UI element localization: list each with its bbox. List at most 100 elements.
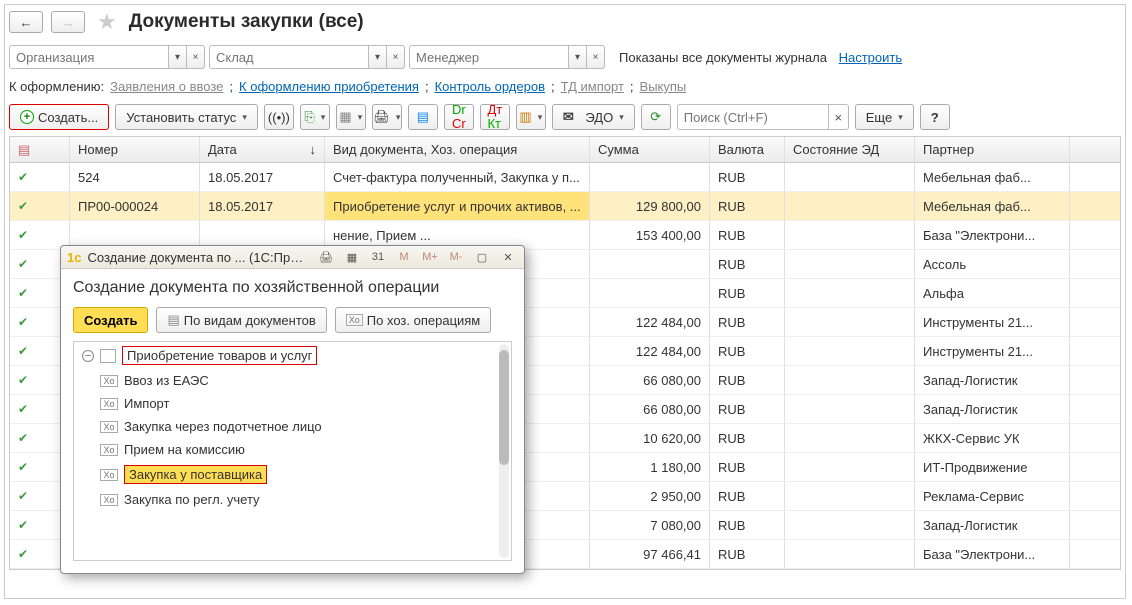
tree-scrollbar-thumb[interactable]: [499, 350, 509, 465]
cell-partner: База "Электрони...: [915, 221, 1070, 249]
drcr-button-2[interactable]: ДтКт: [480, 104, 510, 130]
dtkt-icon: ДтКт: [487, 103, 502, 131]
stack-icon: ▥: [519, 109, 531, 125]
print-button[interactable]: 🖨▾: [372, 104, 402, 130]
dialog-mminus-icon[interactable]: M-: [446, 248, 466, 266]
copy-link-button[interactable]: ⎘▾: [300, 104, 330, 130]
col-date[interactable]: Дата↓: [200, 137, 325, 162]
formline-label: К оформлению:: [9, 79, 104, 94]
table-row[interactable]: ✔ПР00-00002418.05.2017Приобретение услуг…: [10, 192, 1120, 221]
tree-item[interactable]: XoВвоз из ЕАЭС: [74, 369, 511, 392]
favorite-star-icon[interactable]: ★: [97, 9, 117, 35]
cell-ed: [785, 337, 915, 365]
nav-back-button[interactable]: ←: [9, 11, 43, 33]
search-input[interactable]: [678, 105, 828, 129]
set-status-button[interactable]: Установить статус ▾: [115, 104, 258, 130]
col-number[interactable]: Номер: [70, 137, 200, 162]
configure-filter-link[interactable]: Настроить: [839, 50, 903, 65]
dialog-mplus-icon[interactable]: M+: [420, 248, 440, 266]
org-filter-dropdown-icon[interactable]: ▾: [169, 45, 187, 69]
doc-button[interactable]: ▤: [408, 104, 438, 130]
org-filter-input[interactable]: [9, 45, 169, 69]
tree-parent-node[interactable]: – Приобретение товаров и услуг: [74, 342, 511, 369]
tree-item[interactable]: XoЗакупка у поставщика: [74, 461, 511, 488]
tree-item-label: Прием на комиссию: [124, 442, 245, 457]
report-icon: ▦: [339, 109, 351, 125]
formline-link-2[interactable]: К оформлению приобретения: [239, 79, 419, 94]
cell-number: ПР00-000024: [70, 192, 200, 220]
manager-filter-dropdown-icon[interactable]: ▾: [569, 45, 587, 69]
manager-filter-input[interactable]: [409, 45, 569, 69]
cell-kind: Счет-фактура полученный, Закупка у п...: [325, 163, 590, 191]
dialog-m-icon[interactable]: M: [394, 248, 414, 266]
arrow-left-icon: ←: [20, 15, 33, 30]
edo-button[interactable]: ✉ ЭДО ▾: [552, 104, 635, 130]
dialog-print-icon[interactable]: 🖨: [316, 248, 336, 266]
operation-tree[interactable]: – Приобретение товаров и услуг XoВвоз из…: [73, 341, 512, 561]
plus-icon: +: [20, 110, 34, 124]
more-button[interactable]: Еще ▾: [855, 104, 914, 130]
more-label: Еще: [866, 110, 892, 125]
dialog-titlebar[interactable]: 1c Создание документа по ... (1С:Предпри…: [61, 246, 524, 269]
tree-item[interactable]: XoПрием на комиссию: [74, 438, 511, 461]
warehouse-filter-dropdown-icon[interactable]: ▾: [369, 45, 387, 69]
set-status-label: Установить статус: [126, 110, 236, 125]
xo-icon: Xo: [100, 398, 118, 410]
cell-ed: [785, 163, 915, 191]
manager-filter[interactable]: ▾ ×: [409, 45, 605, 69]
refresh-button[interactable]: ⟳: [641, 104, 671, 130]
warehouse-filter[interactable]: ▾ ×: [209, 45, 405, 69]
cell-ed: [785, 250, 915, 278]
cell-currency: RUB: [710, 337, 785, 365]
drcr-button-1[interactable]: DrCr: [444, 104, 474, 130]
col-currency[interactable]: Валюта: [710, 137, 785, 162]
col-ed-state[interactable]: Состояние ЭД: [785, 137, 915, 162]
row-status-icon: ✔: [18, 257, 28, 271]
warehouse-filter-clear-icon[interactable]: ×: [387, 45, 405, 69]
org-filter[interactable]: ▾ ×: [9, 45, 205, 69]
cell-ed: [785, 395, 915, 423]
search-clear-icon[interactable]: ×: [828, 105, 848, 129]
row-status-icon: ✔: [18, 315, 28, 329]
cell-ed: [785, 308, 915, 336]
table-row[interactable]: ✔52418.05.2017Счет-фактура полученный, З…: [10, 163, 1120, 192]
refresh-icon: ⟳: [650, 109, 661, 125]
formline-link-4[interactable]: ТД импорт: [561, 79, 624, 94]
dialog-maximize-icon[interactable]: ▢: [472, 248, 492, 266]
misc-button[interactable]: ▥▾: [516, 104, 546, 130]
page-title: Документы закупки (все): [129, 11, 364, 33]
cell-partner: Мебельная фаб...: [915, 192, 1070, 220]
manager-filter-clear-icon[interactable]: ×: [587, 45, 605, 69]
search-box[interactable]: ×: [677, 104, 849, 130]
cell-sum: 66 080,00: [590, 395, 710, 423]
formline-link-1[interactable]: Заявления о ввозе: [110, 79, 223, 94]
xo-icon: Xo: [100, 421, 118, 433]
dialog-by-ops-button[interactable]: Xo По хоз. операциям: [335, 307, 491, 333]
dialog-close-icon[interactable]: ✕: [498, 248, 518, 266]
xo-icon: Xo: [100, 375, 118, 387]
col-sum[interactable]: Сумма: [590, 137, 710, 162]
org-filter-clear-icon[interactable]: ×: [187, 45, 205, 69]
warehouse-filter-input[interactable]: [209, 45, 369, 69]
nav-forward-button[interactable]: →: [51, 11, 85, 33]
col-kind[interactable]: Вид документа, Хоз. операция: [325, 137, 590, 162]
collapse-icon[interactable]: –: [82, 350, 94, 362]
tree-item[interactable]: XoЗакупка через подотчетное лицо: [74, 415, 511, 438]
cell-currency: RUB: [710, 250, 785, 278]
col-partner[interactable]: Партнер: [915, 137, 1070, 162]
formline-link-3[interactable]: Контроль ордеров: [435, 79, 545, 94]
report-button[interactable]: ▦▾: [336, 104, 366, 130]
tree-item[interactable]: XoИмпорт: [74, 392, 511, 415]
formline-link-5[interactable]: Выкупы: [640, 79, 687, 94]
cell-currency: RUB: [710, 424, 785, 452]
dialog-by-docs-button[interactable]: ▤ По видам документов: [156, 307, 326, 333]
wifi-icon-button[interactable]: ((•)): [264, 104, 294, 130]
dialog-calendar-icon[interactable]: 31: [368, 248, 388, 266]
help-button[interactable]: ?: [920, 104, 950, 130]
create-button[interactable]: + Создать...: [9, 104, 109, 130]
tree-parent-label: Приобретение товаров и услуг: [122, 346, 317, 365]
tree-item[interactable]: XoЗакупка по регл. учету: [74, 488, 511, 511]
dialog-calc-icon[interactable]: ▦: [342, 248, 362, 266]
dialog-create-button[interactable]: Создать: [73, 307, 148, 333]
row-status-icon: ✔: [18, 518, 28, 532]
